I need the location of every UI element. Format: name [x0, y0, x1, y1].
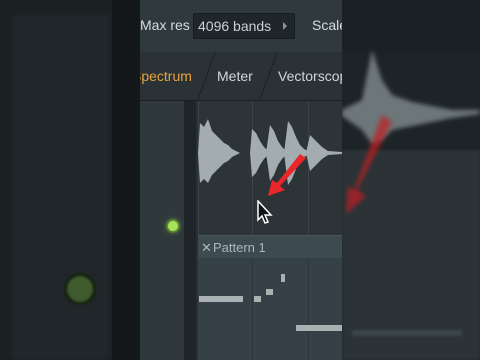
- tab-meter[interactable]: Meter: [217, 68, 253, 84]
- track-header-gutter: [140, 101, 196, 360]
- left-blurred-panel: [0, 0, 140, 360]
- grid-line: [308, 258, 309, 360]
- playlist-area: ✕ Pattern 1: [140, 101, 342, 360]
- max-res-label: Max res: [140, 17, 190, 33]
- blurred-arrow-icon: [346, 115, 392, 214]
- knob-icon: [67, 276, 93, 302]
- note-block: [296, 325, 342, 331]
- plugin-window: Max res 4096 bands Scale Spectrum Meter …: [140, 0, 342, 360]
- blurred-panel-body: [12, 14, 110, 360]
- track-led-icon[interactable]: [168, 221, 178, 231]
- note-block: [199, 296, 243, 302]
- close-icon[interactable]: ✕: [201, 240, 212, 256]
- pattern-name: Pattern 1: [213, 240, 266, 255]
- note-block: [281, 274, 285, 282]
- mouse-cursor-icon: [257, 200, 273, 224]
- grid-line: [252, 258, 253, 360]
- pattern-header: ✕ Pattern 1: [198, 236, 342, 258]
- screen: Max res 4096 bands Scale Spectrum Meter …: [0, 0, 480, 360]
- gutter-rail: [184, 101, 196, 360]
- right-blurred-panel: [342, 0, 480, 360]
- max-res-dropdown[interactable]: 4096 bands: [193, 13, 295, 39]
- tab-vectorscope[interactable]: Vectorscope: [278, 68, 342, 84]
- tab-spectrum[interactable]: Spectrum: [140, 68, 192, 84]
- blurred-note: [352, 330, 462, 336]
- dropdown-arrow-icon: [283, 22, 287, 30]
- max-res-value: 4096 bands: [198, 18, 272, 34]
- pattern-clip[interactable]: ✕ Pattern 1: [198, 235, 342, 360]
- tab-bar: Spectrum Meter Vectorscope: [140, 52, 342, 101]
- toolbar: Max res 4096 bands Scale: [140, 0, 342, 52]
- scale-label: Scale: [312, 17, 342, 33]
- blurred-divider: [112, 0, 140, 360]
- note-block: [254, 296, 261, 302]
- annotation-arrow-icon: [268, 154, 306, 196]
- note-block: [266, 289, 273, 295]
